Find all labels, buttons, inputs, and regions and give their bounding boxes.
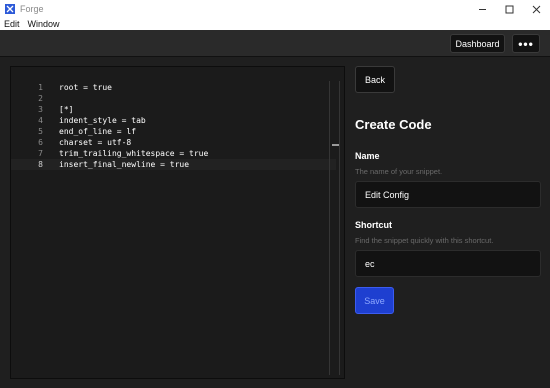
line-number: 1 bbox=[38, 83, 43, 92]
maximize-icon[interactable] bbox=[496, 0, 523, 18]
code-line: 5 end_of_line = lf bbox=[11, 126, 336, 137]
line-number: 7 bbox=[38, 149, 43, 158]
code-editor[interactable]: 1 root = true 2 3 [*] 4 indent_style = t… bbox=[10, 66, 345, 379]
menu-bar: Edit Window bbox=[0, 18, 550, 30]
code-line-active: 8 insert_final_newline = true bbox=[11, 159, 336, 170]
page-title: Create Code bbox=[355, 117, 432, 132]
editor-scrollbar[interactable] bbox=[329, 81, 340, 375]
dashboard-button[interactable]: Dashboard bbox=[450, 34, 505, 53]
code-text: indent_style = tab bbox=[59, 116, 146, 125]
save-button[interactable]: Save bbox=[355, 287, 394, 314]
line-number: 6 bbox=[38, 138, 43, 147]
code-text: root = true bbox=[59, 83, 112, 92]
menu-item-window[interactable]: Window bbox=[24, 18, 64, 30]
code-text: trim_trailing_whitespace = true bbox=[59, 149, 209, 158]
shortcut-field[interactable]: ec bbox=[355, 250, 541, 277]
scrollbar-thumb[interactable] bbox=[332, 144, 339, 146]
name-hint: The name of your snippet. bbox=[355, 167, 443, 176]
name-label: Name bbox=[355, 151, 380, 161]
code-line: 3 [*] bbox=[11, 104, 336, 115]
more-options-button[interactable]: ••• bbox=[512, 34, 540, 53]
code-line: 2 bbox=[11, 93, 336, 104]
code-line: 6 charset = utf-8 bbox=[11, 137, 336, 148]
app-toolbar: Dashboard ••• bbox=[0, 30, 550, 57]
code-text: end_of_line = lf bbox=[59, 127, 137, 136]
close-icon[interactable] bbox=[523, 0, 550, 18]
code-text: charset = utf-8 bbox=[59, 138, 132, 147]
code-line: 4 indent_style = tab bbox=[11, 115, 336, 126]
line-number: 4 bbox=[38, 116, 43, 125]
window-title: Forge bbox=[20, 4, 44, 14]
code-text: [*] bbox=[59, 105, 74, 114]
code-line: 1 root = true bbox=[11, 82, 336, 93]
shortcut-label: Shortcut bbox=[355, 220, 392, 230]
shortcut-hint: Find the snippet quickly with this short… bbox=[355, 236, 494, 245]
line-number: 8 bbox=[38, 160, 43, 169]
title-bar: Forge bbox=[0, 0, 550, 18]
code-text: insert_final_newline = true bbox=[59, 160, 190, 169]
back-button[interactable]: Back bbox=[355, 66, 395, 93]
app-logo-icon bbox=[5, 4, 15, 14]
menu-item-edit[interactable]: Edit bbox=[0, 18, 24, 30]
minimize-icon[interactable] bbox=[469, 0, 496, 18]
code-line: 7 trim_trailing_whitespace = true bbox=[11, 148, 336, 159]
line-number: 5 bbox=[38, 127, 43, 136]
name-field[interactable]: Edit Config bbox=[355, 181, 541, 208]
line-number: 2 bbox=[38, 94, 43, 103]
line-number: 3 bbox=[38, 105, 43, 114]
